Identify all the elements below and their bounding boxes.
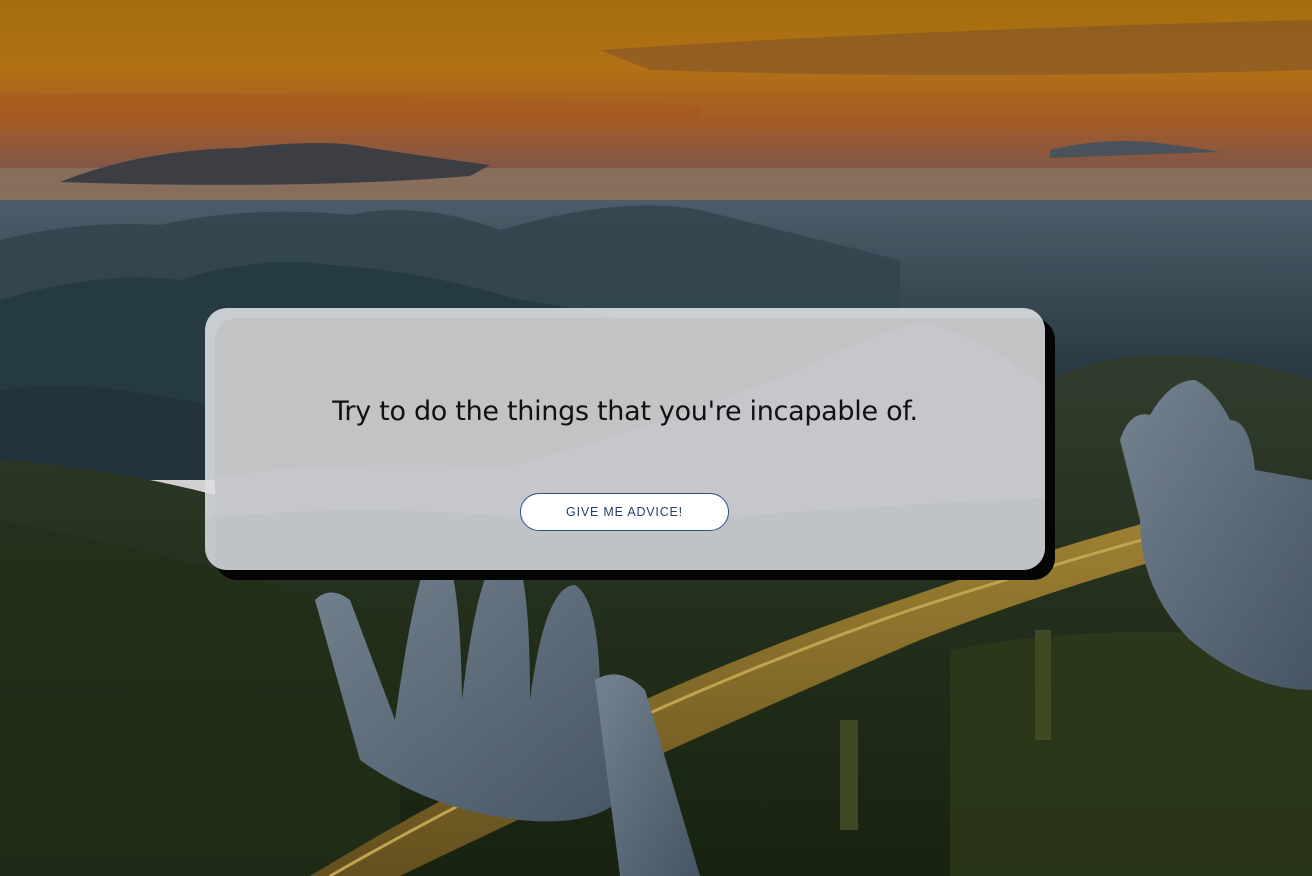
advice-card: Try to do the things that you're incapab… — [205, 308, 1045, 570]
app-page: Try to do the things that you're incapab… — [0, 0, 1312, 876]
give-advice-button[interactable]: GIVE ME ADVICE! — [520, 493, 729, 531]
advice-quote: Try to do the things that you're incapab… — [332, 396, 918, 427]
